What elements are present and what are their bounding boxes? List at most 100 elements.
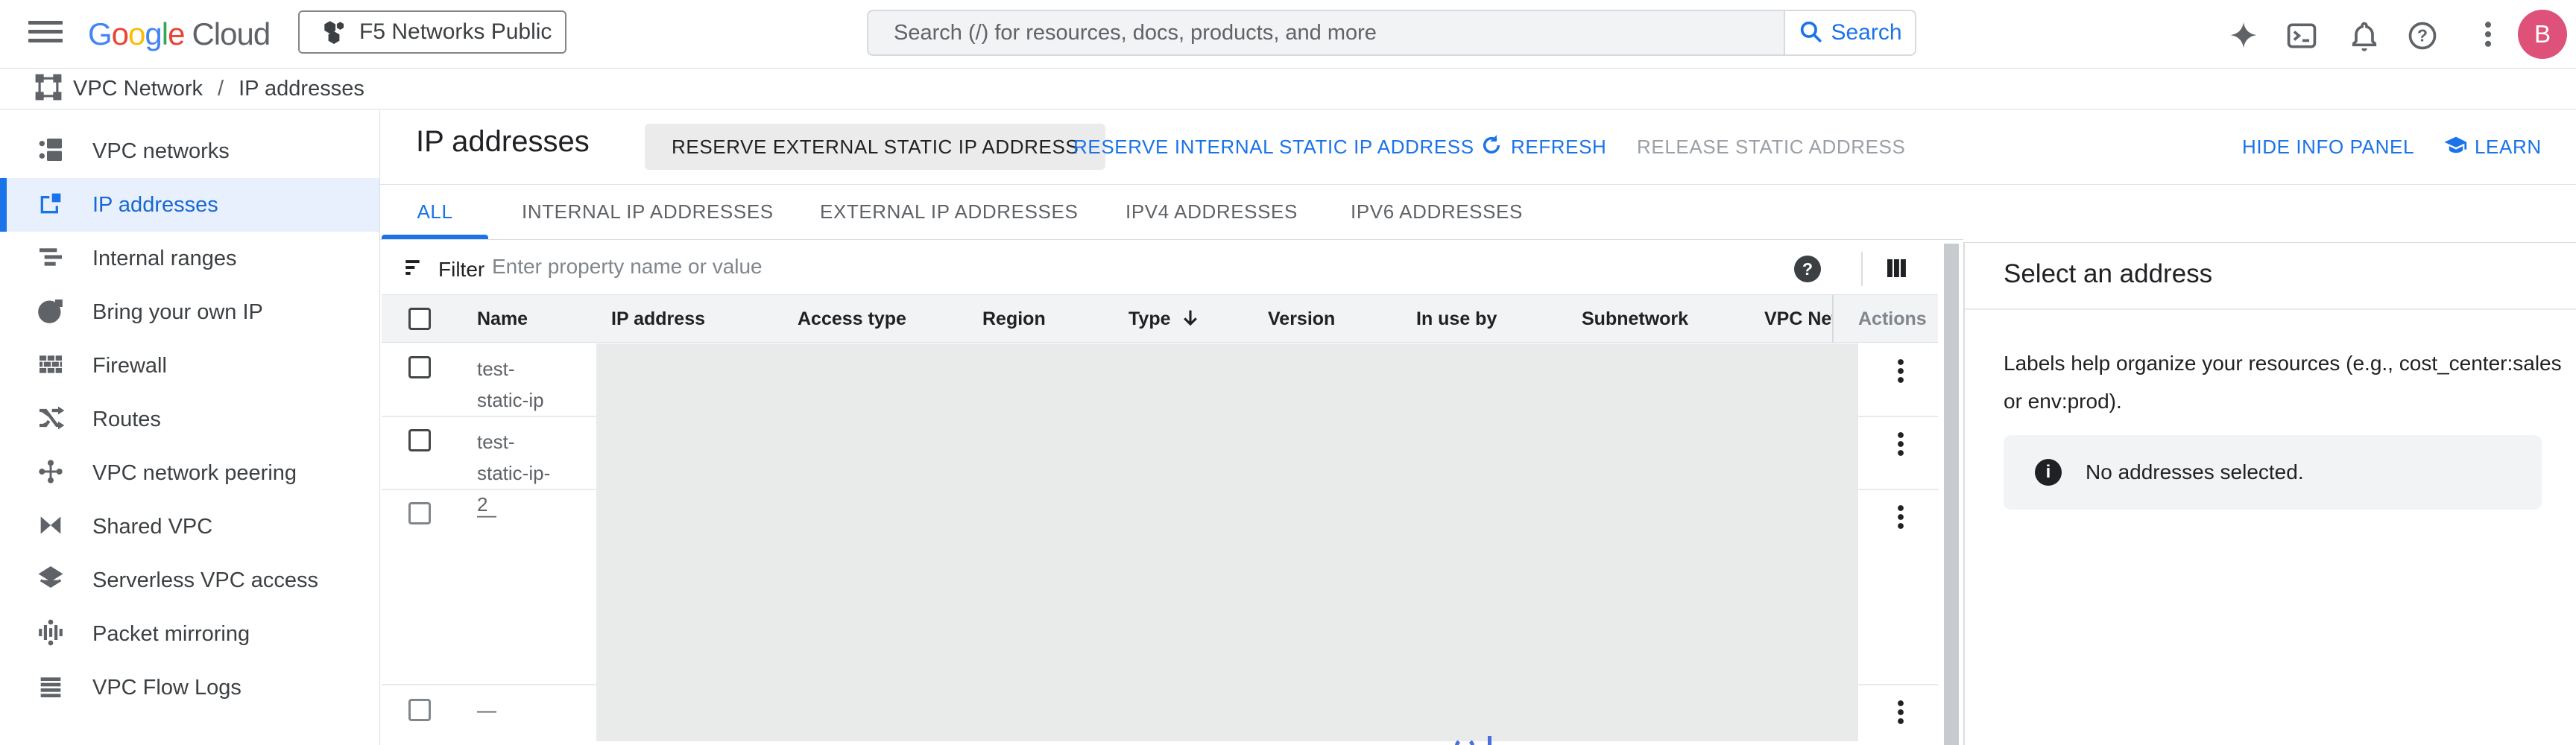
column-header-in-use-by[interactable]: In use by <box>1416 295 1497 343</box>
refresh-button[interactable]: REFRESH <box>1480 124 1606 170</box>
column-display-options-icon[interactable] <box>1883 255 1910 282</box>
row-checkbox[interactable] <box>408 699 431 721</box>
logo-letter: e <box>168 16 184 51</box>
sidebar-item-bring-your-own-ip[interactable]: Bring your own IP <box>0 285 379 339</box>
search-button-label: Search <box>1831 20 1901 45</box>
gcp-console: GoogleCloud F5 Networks Public Search <box>0 0 2576 745</box>
sidebar-item-ip-addresses[interactable]: IP addresses <box>0 178 379 232</box>
row-checkbox[interactable] <box>408 502 431 524</box>
logo-letter: o <box>112 16 128 51</box>
reserve-internal-static-ip-button[interactable]: RESERVE INTERNAL STATIC IP ADDRESS <box>1073 124 1474 170</box>
sort-descending-arrow-icon[interactable] <box>1178 306 1203 335</box>
sidebar-item-vpc-networks[interactable]: VPC networks <box>0 124 379 178</box>
sidebar-item-label: Bring your own IP <box>92 300 263 325</box>
sidebar-item-shared-vpc[interactable]: Shared VPC <box>0 500 379 554</box>
learn-button[interactable]: LEARN <box>2443 124 2542 170</box>
sidebar-item-label: VPC network peering <box>92 461 297 486</box>
column-header-subnetwork[interactable]: Subnetwork <box>1582 295 1688 343</box>
shared-vpc-icon <box>36 510 66 544</box>
table-header: Name IP address Access type Region Type … <box>382 295 1938 343</box>
ip-addresses-icon <box>36 188 66 222</box>
notifications-bell-icon[interactable] <box>2348 19 2381 52</box>
column-header-vpc-network[interactable]: VPC Net <box>1764 295 1833 343</box>
cloud-shell-icon[interactable] <box>2285 19 2318 52</box>
filter-help-icon[interactable]: ? <box>1794 256 1821 282</box>
row-name-cell: — <box>477 694 561 726</box>
logo-cloud-text: Cloud <box>192 16 270 51</box>
project-name: F5 Networks Public <box>359 19 552 45</box>
svg-text:?: ? <box>2417 26 2428 45</box>
column-header-ip-address[interactable]: IP address <box>611 295 705 343</box>
sidebar-item-label: Routes <box>92 408 161 432</box>
sidebar-item-serverless-vpc-access[interactable]: Serverless VPC access <box>0 554 379 607</box>
column-divider <box>1832 295 1834 343</box>
filter-divider <box>1861 252 1863 286</box>
learn-label: LEARN <box>2475 124 2542 170</box>
search-button[interactable]: Search <box>1784 11 1915 54</box>
sidebar-item-label: Firewall <box>92 354 167 378</box>
sidebar-item-label: VPC networks <box>92 139 230 164</box>
release-static-address-button[interactable]: RELEASE STATIC ADDRESS <box>1637 124 1905 170</box>
logo-letter: l <box>162 16 168 51</box>
more-options-icon[interactable] <box>2472 18 2504 51</box>
column-header-name[interactable]: Name <box>477 295 528 343</box>
row-actions-menu-icon[interactable] <box>1887 502 1914 532</box>
info-icon: i <box>2035 459 2062 486</box>
reserve-external-static-ip-button[interactable]: RESERVE EXTERNAL STATIC IP ADDRESS <box>645 124 1105 170</box>
global-search: Search <box>867 10 1916 56</box>
sidebar-item-label: Shared VPC <box>92 515 212 539</box>
sidebar-item-internal-ranges[interactable]: Internal ranges <box>0 232 379 285</box>
vertical-scrollbar[interactable] <box>1944 244 1959 745</box>
internal-ranges-icon <box>36 242 66 276</box>
hamburger-menu-icon[interactable] <box>28 21 63 48</box>
column-header-version[interactable]: Version <box>1268 295 1335 343</box>
sidebar-item-label: Serverless VPC access <box>92 568 318 593</box>
project-selector[interactable]: F5 Networks Public <box>298 10 566 54</box>
row-actions-menu-icon[interactable] <box>1887 697 1914 727</box>
firewall-icon <box>36 349 66 383</box>
row-actions-menu-icon[interactable] <box>1887 356 1914 386</box>
tab-all[interactable]: ALL <box>382 185 488 239</box>
table-body: test-static-ip test-static-ip-2 — — <box>382 343 1938 745</box>
account-avatar[interactable]: B <box>2518 10 2567 59</box>
serverless-vpc-access-icon <box>36 564 66 597</box>
column-header-access-type[interactable]: Access type <box>798 295 906 343</box>
sidebar-item-label: Packet mirroring <box>92 622 250 647</box>
routes-icon <box>36 403 66 437</box>
select-all-checkbox[interactable] <box>408 308 431 330</box>
filter-input[interactable] <box>492 247 1744 286</box>
tab-internal-ip-addresses[interactable]: INTERNAL IP ADDRESSES <box>522 185 774 239</box>
tab-ipv6-addresses[interactable]: IPV6 ADDRESSES <box>1351 185 1523 239</box>
column-header-type[interactable]: Type <box>1128 295 1171 343</box>
global-search-input[interactable] <box>868 11 1784 54</box>
sidebar-item-label: VPC Flow Logs <box>92 676 242 700</box>
row-name-cell: — <box>477 499 561 530</box>
sidebar-item-vpc-flow-logs[interactable]: VPC Flow Logs <box>0 661 379 714</box>
column-header-region[interactable]: Region <box>982 295 1046 343</box>
sidebar: VPC networks IP addresses Internal range… <box>0 110 380 745</box>
row-checkbox[interactable] <box>408 429 431 451</box>
sidebar-item-vpc-network-peering[interactable]: VPC network peering <box>0 446 379 500</box>
no-selection-message: No addresses selected. <box>2086 460 2304 484</box>
filter-icon <box>402 255 428 284</box>
row-actions-menu-icon[interactable] <box>1887 429 1914 459</box>
info-panel-title: Select an address <box>2004 259 2212 289</box>
row-name-cell[interactable]: test-static-ip <box>477 353 561 416</box>
breadcrumb-separator: / <box>218 77 224 101</box>
hide-info-panel-button[interactable]: HIDE INFO PANEL <box>2242 124 2414 170</box>
column-header-actions: Actions <box>1858 295 1927 343</box>
packet-mirroring-icon <box>36 618 66 651</box>
breadcrumb-section[interactable]: VPC Network <box>73 77 203 101</box>
tab-ipv4-addresses[interactable]: IPV4 ADDRESSES <box>1126 185 1298 239</box>
help-icon[interactable]: ? <box>2406 19 2439 52</box>
sidebar-item-packet-mirroring[interactable]: Packet mirroring <box>0 607 379 661</box>
gemini-sparkle-icon[interactable] <box>2227 19 2260 52</box>
row-checkbox[interactable] <box>408 356 431 378</box>
vpc-networks-icon <box>36 135 66 168</box>
breadcrumb-page: IP addresses <box>239 77 364 101</box>
sidebar-item-routes[interactable]: Routes <box>0 393 379 446</box>
breadcrumb: VPC Network / IP addresses <box>0 69 2576 110</box>
sidebar-item-firewall[interactable]: Firewall <box>0 339 379 393</box>
globe-icon <box>36 296 66 329</box>
tab-external-ip-addresses[interactable]: EXTERNAL IP ADDRESSES <box>820 185 1078 239</box>
